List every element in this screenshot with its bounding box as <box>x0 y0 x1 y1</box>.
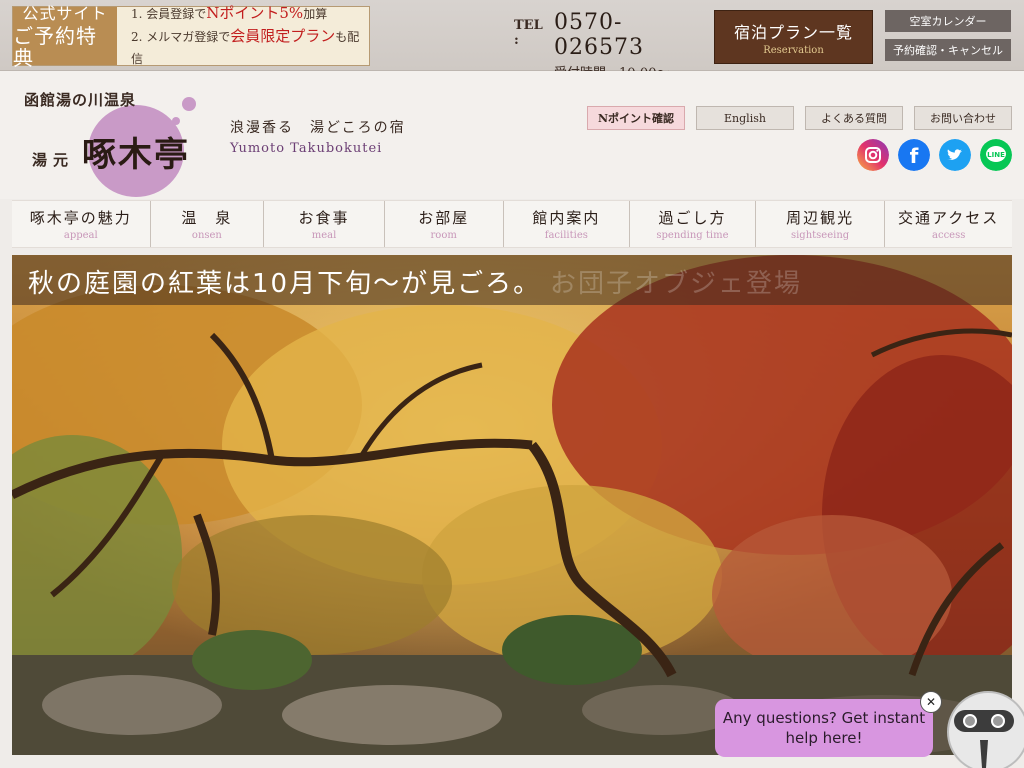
nav-label: 館内案内 <box>532 209 601 227</box>
nav-sublabel: room <box>430 230 457 241</box>
english-button[interactable]: English <box>696 106 794 130</box>
chat-close-icon[interactable]: ✕ <box>920 691 942 713</box>
tel-number[interactable]: 0570-026573 <box>554 10 704 60</box>
autumn-garden-image <box>12 255 1012 755</box>
line-glyph: LINE <box>987 151 1005 159</box>
logo-purple-dot-small <box>172 117 180 125</box>
benefit-2: 2. メルマガ登録で会員限定プランも配信 <box>131 25 369 70</box>
contact-button[interactable]: お問い合わせ <box>914 106 1012 130</box>
chat-prompt-bubble[interactable]: Any questions? Get instant help here! <box>715 699 933 757</box>
site-header: 函館湯の川温泉 湯元 啄木亭 浪漫香る 湯どころの宿 Yumoto Takubo… <box>0 71 1024 199</box>
nav-item-appeal[interactable]: 啄木亭の魅力 appeal <box>12 201 150 247</box>
top-bar: 公式サイト ご予約特典 1. 会員登録でNポイント5%加算 2. メルマガ登録で… <box>0 0 1024 96</box>
site-logo[interactable]: 函館湯の川温泉 湯元 啄木亭 <box>22 87 202 197</box>
benefit-1: 1. 会員登録でNポイント5%加算 <box>131 2 369 25</box>
nav-item-sightseeing[interactable]: 周辺観光 sightseeing <box>754 201 885 247</box>
nav-item-meal[interactable]: お食事 meal <box>263 201 384 247</box>
line-icon[interactable]: LINE <box>980 139 1012 171</box>
nav-item-access[interactable]: 交通アクセス access <box>884 201 1012 247</box>
twitter-icon[interactable] <box>939 139 971 171</box>
vacancy-calendar-button[interactable]: 空室カレンダー <box>885 10 1011 32</box>
tel-label: TEL : <box>514 18 543 48</box>
nav-label: 交通アクセス <box>898 209 1000 227</box>
nav-sublabel: meal <box>311 230 337 241</box>
nav-label: 啄木亭の魅力 <box>29 209 132 227</box>
nav-item-room[interactable]: お部屋 room <box>383 201 503 247</box>
logo-prefix: 湯元 <box>32 151 75 169</box>
tagline: 浪漫香る 湯どころの宿 <box>230 120 406 136</box>
nav-label: 過ごし方 <box>658 209 727 227</box>
nav-sublabel: sightseeing <box>790 230 850 241</box>
stay-plans-sub: Reservation <box>763 44 824 56</box>
benefit-1-text: 1. 会員登録で <box>131 7 207 21</box>
hero-slideshow[interactable]: 秋の庭園の紅葉は10月下旬〜が見ごろ。 お団子オブジェ登場 <box>12 255 1012 755</box>
hero-caption-next: お団子オブジェ登場 <box>550 269 803 299</box>
nav-sublabel: facilities <box>544 230 588 241</box>
badge-line-1: 公式サイト <box>22 4 108 23</box>
npoint-check-button[interactable]: Nポイント確認 <box>587 106 685 130</box>
stay-plans-button[interactable]: 宿泊プラン一覧 Reservation <box>714 10 873 64</box>
nav-sublabel: appeal <box>63 230 98 241</box>
reservation-check-button[interactable]: 予約確認・キャンセル <box>885 39 1011 61</box>
official-site-benefits-banner[interactable]: 公式サイト ご予約特典 1. 会員登録でNポイント5%加算 2. メルマガ登録で… <box>12 4 370 69</box>
nav-item-spending-time[interactable]: 過ごし方 spending time <box>629 201 755 247</box>
nav-sublabel: spending time <box>656 230 729 241</box>
chatbot-robot-icon[interactable] <box>944 688 1024 768</box>
logo-subtitle: 函館湯の川温泉 <box>24 91 137 109</box>
facebook-glyph: f <box>910 144 919 168</box>
benefit-2-text: 2. メルマガ登録で <box>131 30 231 44</box>
nav-sublabel: onsen <box>191 230 222 241</box>
benefits-badge: 公式サイト ご予約特典 <box>13 4 117 69</box>
nav-label: お部屋 <box>418 209 470 227</box>
logo-name: 啄木亭 <box>82 135 190 175</box>
faq-button[interactable]: よくある質問 <box>805 106 903 130</box>
hero-caption: 秋の庭園の紅葉は10月下旬〜が見ごろ。 <box>28 269 542 299</box>
badge-line-2: ご予約特典 <box>13 24 97 70</box>
nav-item-onsen[interactable]: 温 泉 onsen <box>149 201 264 247</box>
stay-plans-label: 宿泊プラン一覧 <box>733 22 853 42</box>
nav-sublabel: access <box>932 230 966 241</box>
nav-label: 温 泉 <box>181 209 233 227</box>
nav-label: 周辺観光 <box>786 209 855 227</box>
benefits-list: 1. 会員登録でNポイント5%加算 2. メルマガ登録で会員限定プランも配信 <box>117 4 369 66</box>
tagline-english: Yumoto Takubokutei <box>230 141 383 156</box>
facebook-icon[interactable]: f <box>898 139 930 171</box>
instagram-icon[interactable] <box>857 139 889 171</box>
benefit-1-suffix: 加算 <box>303 7 328 21</box>
nav-label: お食事 <box>298 209 350 227</box>
benefit-2-highlight: 会員限定プラン <box>230 27 336 45</box>
main-navigation: 啄木亭の魅力 appeal 温 泉 onsen お食事 meal お部屋 roo… <box>12 200 1012 248</box>
nav-item-facilities[interactable]: 館内案内 facilities <box>502 201 630 247</box>
benefit-1-highlight: Nポイント5% <box>206 4 304 22</box>
logo-purple-dot <box>182 97 196 111</box>
